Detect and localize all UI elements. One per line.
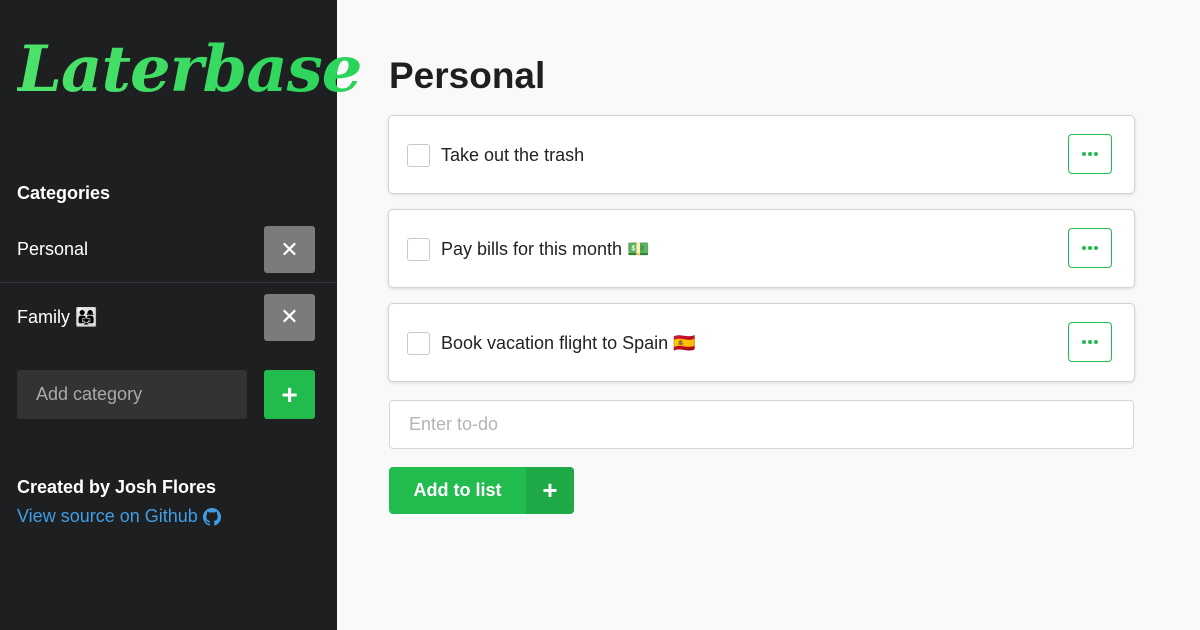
plus-icon: + <box>281 378 298 410</box>
credit-text: Created by Josh Flores <box>17 477 217 497</box>
todo-text: Pay bills for this month 💵 <box>441 239 650 259</box>
todo-text: Book vacation flight to Spain 🇪🇸 <box>441 333 696 353</box>
category-item-family[interactable]: Family 👨‍👩‍👧 ✕ <box>0 284 337 350</box>
page-title: Personal <box>389 55 546 96</box>
main-content: Personal Take out the trash Pay bills fo… <box>337 0 1200 630</box>
todo-checkbox[interactable] <box>407 238 430 261</box>
todo-item: Pay bills for this month 💵 <box>388 209 1135 288</box>
delete-category-button[interactable]: ✕ <box>264 293 315 341</box>
add-to-list-button[interactable]: Add to list + <box>389 467 574 514</box>
delete-category-button[interactable]: ✕ <box>264 226 315 273</box>
close-icon: ✕ <box>280 304 299 329</box>
more-options-button[interactable] <box>1068 228 1112 268</box>
todo-text: Take out the trash <box>441 145 585 165</box>
close-icon: ✕ <box>280 236 299 262</box>
todo-checkbox[interactable] <box>407 144 430 167</box>
add-category-input[interactable] <box>17 370 247 419</box>
todo-checkbox[interactable] <box>407 332 430 355</box>
todo-item: Book vacation flight to Spain 🇪🇸 <box>388 303 1135 382</box>
categories-heading: Categories <box>17 183 111 203</box>
github-icon <box>202 507 221 526</box>
ellipsis-icon <box>1082 152 1086 156</box>
category-label: Family 👨‍👩‍👧 <box>17 306 98 327</box>
ellipsis-icon <box>1082 246 1086 250</box>
more-options-button[interactable] <box>1068 322 1112 362</box>
plus-icon: + <box>526 467 574 514</box>
logo: Laterbase <box>17 32 362 107</box>
category-label: Personal <box>17 239 89 259</box>
sidebar: Laterbase Categories Personal ✕ Family 👨… <box>0 0 362 630</box>
todo-item: Take out the trash <box>388 115 1135 194</box>
ellipsis-icon <box>1082 340 1086 344</box>
more-options-button[interactable] <box>1068 134 1112 174</box>
source-link-label: View source on Github <box>17 506 198 526</box>
github-source-link[interactable]: View source on Github <box>17 506 221 527</box>
todo-input[interactable] <box>389 400 1134 449</box>
add-category-button[interactable]: + <box>264 370 315 419</box>
category-item-personal[interactable]: Personal ✕ <box>0 217 337 283</box>
add-to-list-label: Add to list <box>413 480 502 500</box>
